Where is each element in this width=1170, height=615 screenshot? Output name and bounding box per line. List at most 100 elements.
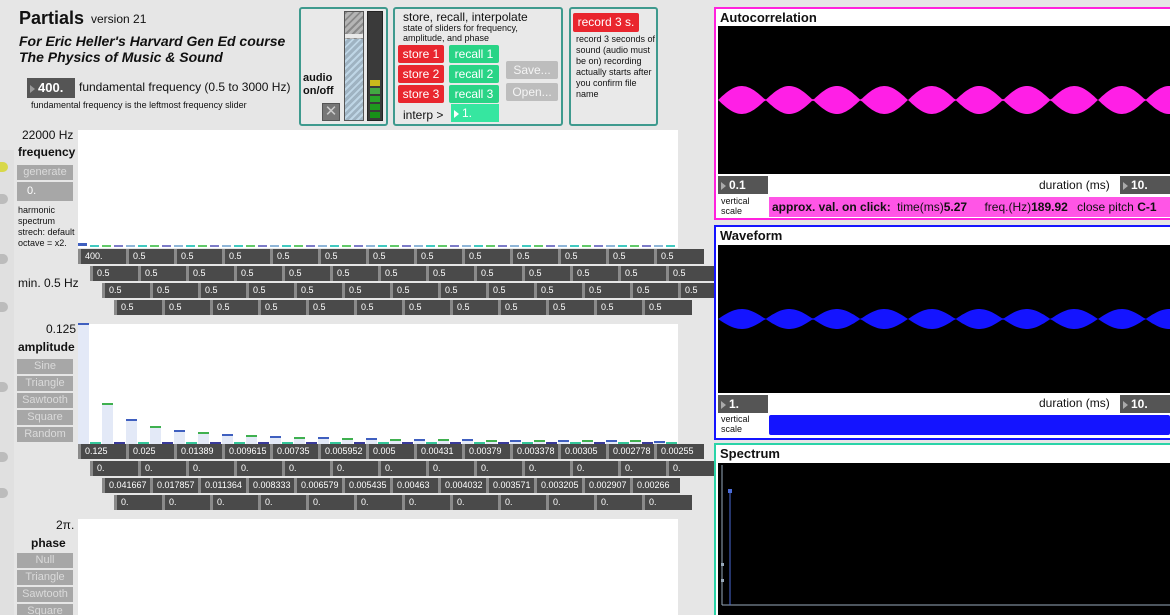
phase-triangle-button[interactable]: Triangle <box>17 570 73 585</box>
amplitude-number-box[interactable]: 0. <box>474 461 521 476</box>
frequency-number-box[interactable]: 0.5 <box>126 249 173 264</box>
frequency-number-box[interactable]: 0.5 <box>594 300 641 315</box>
stretch-number[interactable]: 0. <box>17 182 73 201</box>
amplitude-slider-knob[interactable] <box>654 440 665 443</box>
amplitude-slider-knob[interactable] <box>558 440 569 443</box>
amplitude-number-box[interactable]: 0.00266 <box>630 478 677 493</box>
store-2-button[interactable]: store 2 <box>398 65 444 83</box>
amplitude-number-box[interactable]: 0. <box>162 495 209 510</box>
frequency-number-box[interactable]: 0.5 <box>474 266 521 281</box>
amplitude-number-box[interactable]: 0.003378 <box>510 444 557 459</box>
amplitude-number-box[interactable]: 0.002907 <box>582 478 629 493</box>
amplitude-number-box[interactable]: 0. <box>234 461 281 476</box>
toolbar-icon[interactable] <box>0 194 8 204</box>
amplitude-slider-knob[interactable] <box>150 425 161 428</box>
amplitude-number-box[interactable]: 0. <box>426 461 473 476</box>
frequency-number-box[interactable]: 0.5 <box>282 266 329 281</box>
amplitude-number-box[interactable]: 0.005952 <box>318 444 365 459</box>
frequency-number-box[interactable]: 0.5 <box>162 300 209 315</box>
amplitude-slider-knob[interactable] <box>510 439 521 442</box>
frequency-number-box[interactable]: 0.5 <box>342 283 389 298</box>
amplitude-number-box[interactable]: 0. <box>90 461 137 476</box>
waveform-scope[interactable] <box>718 245 1170 393</box>
amplitude-number-box[interactable]: 0.00305 <box>558 444 605 459</box>
amplitude-number-box[interactable]: 0.005 <box>366 444 413 459</box>
amplitude-slider-knob[interactable] <box>366 438 377 441</box>
amplitude-number-box[interactable]: 0.025 <box>126 444 173 459</box>
amplitude-number-box[interactable]: 0. <box>138 461 185 476</box>
frequency-number-box[interactable]: 0.5 <box>210 300 257 315</box>
amplitude-slider-knob[interactable] <box>126 419 137 421</box>
frequency-number-box[interactable]: 0.5 <box>534 283 581 298</box>
amplitude-slider-knob[interactable] <box>414 438 425 441</box>
amplitude-square-button[interactable]: Square <box>17 410 73 425</box>
amplitude-slider-knob[interactable] <box>342 437 353 440</box>
frequency-number-box[interactable]: 0.5 <box>378 266 425 281</box>
amplitude-number-box[interactable]: 0.003205 <box>534 478 581 493</box>
amplitude-number-box[interactable]: 0. <box>330 461 377 476</box>
amplitude-number-box[interactable]: 0. <box>570 461 617 476</box>
frequency-number-box[interactable]: 0.5 <box>606 249 653 264</box>
frequency-number-box[interactable]: 0.5 <box>426 266 473 281</box>
frequency-number-box[interactable]: 0.5 <box>246 283 293 298</box>
store-3-button[interactable]: store 3 <box>398 85 444 103</box>
recall-2-button[interactable]: recall 2 <box>449 65 499 83</box>
amplitude-slider-knob[interactable] <box>486 439 497 442</box>
amplitude-slider-knob[interactable] <box>582 440 593 443</box>
store-1-button[interactable]: store 1 <box>398 45 444 63</box>
amplitude-number-box[interactable]: 0.006579 <box>294 478 341 493</box>
frequency-number-box[interactable]: 0.5 <box>198 283 245 298</box>
toolbar-icon[interactable] <box>0 382 8 392</box>
waveform-duration-number[interactable]: 10. <box>1120 395 1170 413</box>
frequency-number-box[interactable]: 0.5 <box>222 249 269 264</box>
amplitude-number-box[interactable]: 0. <box>306 495 353 510</box>
amplitude-number-box[interactable]: 0.01389 <box>174 444 221 459</box>
amplitude-random-button[interactable]: Random <box>17 427 73 442</box>
phase-square-button[interactable]: Square <box>17 604 73 615</box>
frequency-number-box[interactable]: 0.5 <box>294 283 341 298</box>
phase-slider-area[interactable] <box>78 519 678 615</box>
frequency-number-box[interactable]: 0.5 <box>438 283 485 298</box>
amplitude-slider-knob[interactable] <box>390 438 401 441</box>
amplitude-number-box[interactable]: 0.005435 <box>342 478 389 493</box>
amplitude-number-box[interactable]: 0.011364 <box>198 478 245 493</box>
amplitude-number-box[interactable]: 0.002778 <box>606 444 653 459</box>
amplitude-slider-knob[interactable] <box>318 437 329 440</box>
amplitude-slider-knob[interactable] <box>438 439 449 442</box>
amplitude-slider-knob[interactable] <box>198 432 209 435</box>
frequency-number-box[interactable]: 0.5 <box>354 300 401 315</box>
autocorrelation-vscale-number[interactable]: 0.1 <box>718 176 768 194</box>
frequency-number-box[interactable]: 0.5 <box>486 283 533 298</box>
amplitude-slider-knob[interactable] <box>630 440 641 443</box>
amplitude-slider-knob[interactable] <box>174 429 185 432</box>
amplitude-number-box[interactable]: 0.00255 <box>654 444 701 459</box>
frequency-number-box[interactable]: 0.5 <box>510 249 557 264</box>
amplitude-number-box[interactable]: 0.00379 <box>462 444 509 459</box>
amplitude-number-box[interactable]: 0. <box>546 495 593 510</box>
frequency-number-box[interactable]: 0.5 <box>522 266 569 281</box>
amplitude-slider-knob[interactable] <box>246 435 257 437</box>
frequency-number-box[interactable]: 0.5 <box>450 300 497 315</box>
waveform-vscale-number[interactable]: 1. <box>718 395 768 413</box>
frequency-number-box[interactable]: 0.5 <box>234 266 281 281</box>
amplitude-number-box[interactable]: 0.00431 <box>414 444 461 459</box>
amplitude-number-box[interactable]: 0. <box>450 495 497 510</box>
frequency-number-box[interactable]: 0.5 <box>306 300 353 315</box>
amplitude-slider-knob[interactable] <box>222 433 233 436</box>
frequency-number-box[interactable]: 0.5 <box>570 266 617 281</box>
amplitude-number-box[interactable]: 0. <box>258 495 305 510</box>
amplitude-number-box[interactable]: 0. <box>114 495 161 510</box>
autocorrelation-duration-number[interactable]: 10. <box>1120 176 1170 194</box>
frequency-number-box[interactable]: 0.5 <box>642 300 689 315</box>
toolbar-icon[interactable] <box>0 162 8 172</box>
amplitude-number-box[interactable]: 0.008333 <box>246 478 293 493</box>
amplitude-number-box[interactable]: 0.00463 <box>390 478 437 493</box>
amplitude-slider-knob[interactable] <box>294 436 305 439</box>
generate-button[interactable]: generate <box>17 165 73 180</box>
frequency-number-box[interactable]: 400. <box>78 249 125 264</box>
frequency-number-box[interactable]: 0.5 <box>390 283 437 298</box>
amplitude-slider-knob[interactable] <box>78 323 89 325</box>
frequency-number-box[interactable]: 0.5 <box>114 300 161 315</box>
frequency-number-box[interactable]: 0.5 <box>258 300 305 315</box>
phase-sawtooth-button[interactable]: Sawtooth <box>17 587 73 602</box>
